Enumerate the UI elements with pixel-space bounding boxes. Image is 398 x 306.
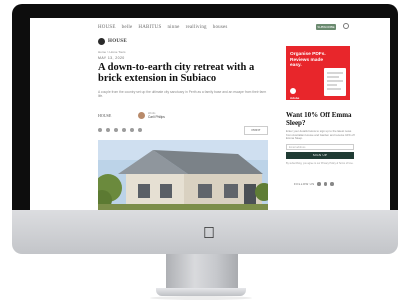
- link-icon[interactable]: [138, 128, 142, 132]
- brand-link-ninne[interactable]: ninne: [167, 25, 179, 30]
- house-photo: [98, 140, 268, 210]
- whatsapp-icon[interactable]: [130, 128, 134, 132]
- imac-bezel: HOUSE belle HABITUS ninne realliving hou…: [12, 4, 398, 210]
- twitter-icon[interactable]: [106, 128, 110, 132]
- logo-text: HOUSE: [108, 39, 128, 44]
- hero-image: [98, 140, 268, 210]
- browser-screen: HOUSE belle HABITUS ninne realliving hou…: [30, 18, 390, 210]
- author-publication: HOUSE: [98, 112, 112, 118]
- advertisement-banner[interactable]: Organise PDFs. Reviews made easy. Adobe: [286, 46, 350, 100]
- share-bar: [98, 126, 268, 134]
- article-standfirst: A couple from the country set up the ult…: [98, 90, 267, 98]
- pinterest-icon[interactable]: [330, 182, 334, 186]
- instagram-icon[interactable]: [323, 182, 328, 186]
- brand-link-belle[interactable]: belle: [122, 25, 133, 30]
- brand-nav: HOUSE belle HABITUS ninne realliving hou…: [98, 25, 228, 30]
- ad-brand: Adobe: [290, 96, 300, 100]
- imac-base: [156, 288, 246, 296]
- stand-shadow: [150, 296, 252, 300]
- ad-title: Organise PDFs. Reviews made easy.: [290, 52, 326, 68]
- subscribe-button[interactable]: SUBSCRIBE: [316, 24, 336, 30]
- brand-link-habitus[interactable]: HABITUS: [138, 25, 161, 30]
- brand-link-realliving[interactable]: realliving: [186, 25, 207, 30]
- article-date: MAY 13, 2020: [98, 56, 125, 60]
- email-icon[interactable]: [122, 128, 126, 132]
- imac-stand: [166, 254, 238, 290]
- promo-copy: Enter your details below to sign up to t…: [286, 129, 355, 140]
- pinterest-icon[interactable]: [114, 128, 118, 132]
- promo-title: Want 10% Off Emma Sleep?: [286, 111, 352, 127]
- promo-fine-print: By subscribing, you agree to our Privacy…: [286, 162, 354, 165]
- apple-logo-icon: : [200, 225, 218, 243]
- print-button[interactable]: PRINT: [244, 126, 268, 135]
- site-logo[interactable]: HOUSE: [98, 38, 127, 45]
- follow-label: FOLLOW US: [294, 182, 315, 186]
- follow-row: FOLLOW US: [294, 182, 334, 186]
- article-headline: A down-to-earth city retreat with a bric…: [98, 62, 255, 84]
- document-icon: [324, 68, 346, 96]
- brand-link-house[interactable]: HOUSE: [98, 25, 116, 30]
- arrow-right-icon[interactable]: [290, 88, 296, 94]
- brand-link-houses[interactable]: houses: [213, 25, 228, 30]
- search-icon[interactable]: [343, 23, 349, 29]
- menu-icon[interactable]: [98, 38, 105, 45]
- author-name[interactable]: Carli Philips: [148, 115, 165, 119]
- signup-button[interactable]: SIGN UP: [286, 152, 354, 159]
- facebook-icon[interactable]: [317, 182, 321, 186]
- author-row: HOUSE Words Carli Philips: [98, 110, 268, 120]
- email-field[interactable]: Email address: [286, 144, 354, 150]
- facebook-icon[interactable]: [98, 128, 102, 132]
- breadcrumb[interactable]: Home > Home Tours: [98, 50, 126, 54]
- avatar: [138, 111, 145, 119]
